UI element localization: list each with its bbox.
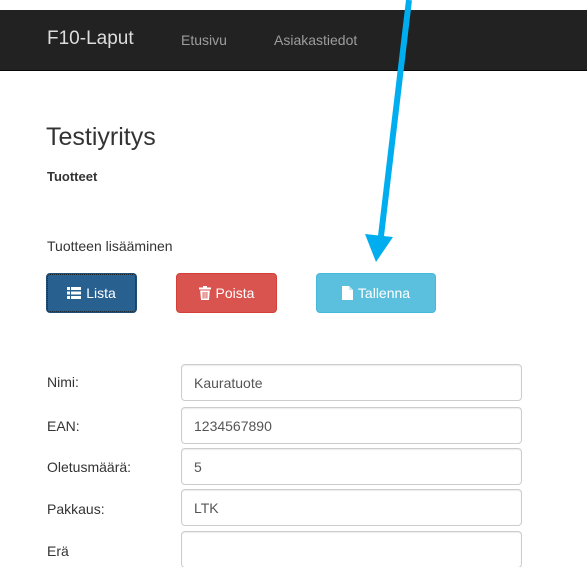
name-field[interactable]	[181, 364, 522, 401]
save-button[interactable]: Tallenna	[316, 273, 436, 313]
batch-label: Erä	[47, 543, 69, 559]
delete-button-label: Poista	[215, 285, 255, 301]
package-field[interactable]	[181, 489, 522, 526]
list-button-label: Lista	[86, 285, 116, 301]
list-button[interactable]: Lista	[46, 273, 137, 313]
default-quantity-field[interactable]	[181, 448, 522, 485]
trash-icon	[198, 286, 211, 300]
navbar-brand[interactable]: F10-Laput	[47, 28, 134, 50]
ean-label: EAN:	[47, 418, 80, 434]
page-title: Testiyritys	[46, 123, 156, 151]
save-button-label: Tallenna	[357, 285, 411, 301]
nav-link-etusivu[interactable]: Etusivu	[181, 32, 227, 48]
default-quantity-label: Oletusmäärä:	[47, 459, 132, 475]
top-strip	[0, 0, 587, 10]
file-icon	[341, 286, 353, 300]
add-product-title: Tuotteen lisääminen	[47, 238, 173, 254]
page: F10-Laput Etusivu Asiakastiedot Testiyri…	[0, 0, 587, 567]
ean-field[interactable]	[181, 407, 522, 444]
nav-link-asiakastiedot[interactable]: Asiakastiedot	[274, 32, 357, 48]
package-label: Pakkaus:	[47, 501, 105, 517]
batch-field[interactable]	[181, 531, 522, 567]
delete-button[interactable]: Poista	[176, 273, 277, 313]
name-label: Nimi:	[47, 374, 79, 390]
navbar: F10-Laput Etusivu Asiakastiedot	[0, 10, 587, 71]
section-title: Tuotteet	[47, 169, 98, 184]
list-icon	[67, 287, 82, 299]
